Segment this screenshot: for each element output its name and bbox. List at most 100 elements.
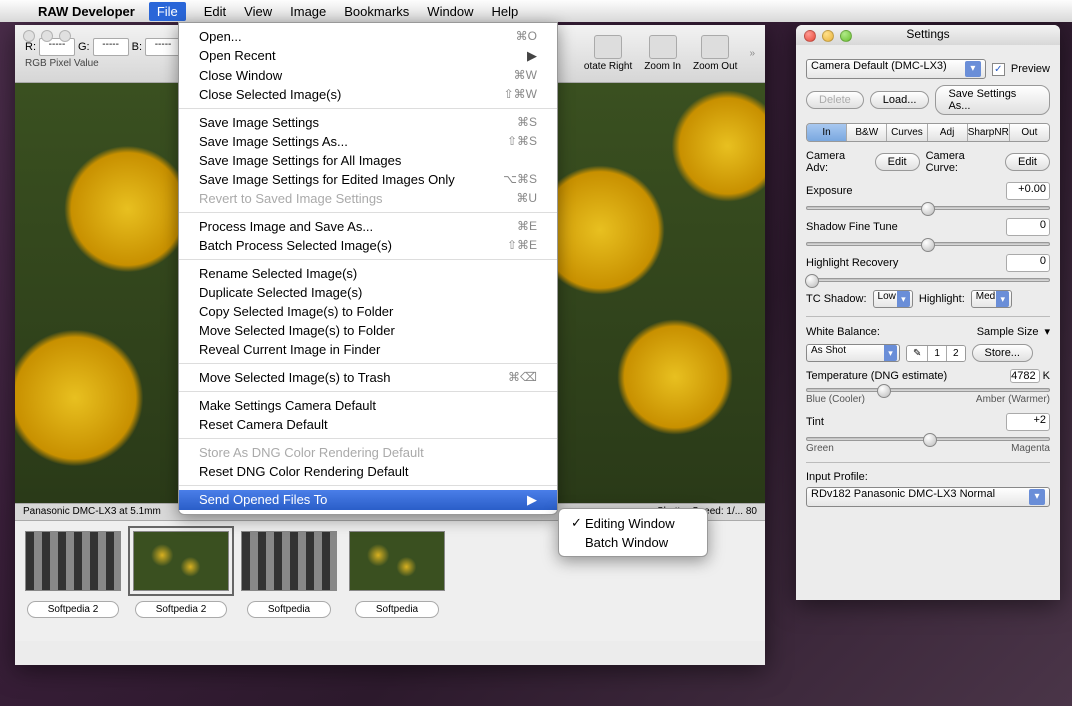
thumbnail-image[interactable] [133, 531, 229, 591]
submenu-item-batch-window[interactable]: Batch Window [559, 533, 707, 552]
menu-item-close-window[interactable]: Close Window⌘W [179, 66, 557, 85]
menu-item-save-image-settings-as[interactable]: Save Image Settings As...⇧⌘S [179, 132, 557, 151]
load-button[interactable]: Load... [870, 91, 930, 109]
menu-separator [179, 485, 557, 486]
tab-in[interactable]: In [807, 124, 847, 141]
tab-bw[interactable]: B&W [847, 124, 887, 141]
menu-item-open-recent[interactable]: Open Recent▶ [179, 46, 557, 66]
menu-item-close-selected-image-s[interactable]: Close Selected Image(s)⇧⌘W [179, 85, 557, 104]
tab-sharpnr[interactable]: SharpNR [968, 124, 1010, 141]
menu-item-move-selected-image-s-to-trash[interactable]: Move Selected Image(s) to Trash⌘⌫ [179, 368, 557, 387]
input-profile-select[interactable]: RDv182 Panasonic DMC-LX3 Normal [806, 487, 1050, 507]
menu-window[interactable]: Window [427, 4, 473, 19]
menu-item-send-opened-files-to[interactable]: Send Opened Files To▶ [179, 490, 557, 510]
tc-shadow-select[interactable]: Low [873, 290, 913, 308]
wb-picker-segment[interactable]: ✎ 1 2 [906, 345, 966, 362]
menu-bookmarks[interactable]: Bookmarks [344, 4, 409, 19]
menu-item-reset-dng-color-rendering-default[interactable]: Reset DNG Color Rendering Default [179, 462, 557, 481]
tint-slider-thumb[interactable] [923, 433, 937, 447]
sample-size-dropdown-icon[interactable]: ▾ [1044, 325, 1050, 338]
thumbnail-item[interactable]: Softpedia 2 [25, 531, 121, 631]
sample-size-label: Sample Size [977, 326, 1039, 338]
wb-seg-1[interactable]: 1 [928, 346, 947, 361]
menu-view[interactable]: View [244, 4, 272, 19]
settings-minimize-button[interactable] [822, 30, 834, 42]
menu-item-move-selected-image-s-to-folder[interactable]: Move Selected Image(s) to Folder [179, 321, 557, 340]
tint-value[interactable]: +2 [1006, 413, 1050, 431]
zoom-in-button[interactable]: Zoom In [644, 35, 681, 72]
save-settings-as-button[interactable]: Save Settings As... [935, 85, 1050, 115]
eyedropper-icon[interactable]: ✎ [907, 346, 928, 361]
shadow-fine-value[interactable]: 0 [1006, 218, 1050, 236]
menu-item-reveal-current-image-in-finder[interactable]: Reveal Current Image in Finder [179, 340, 557, 359]
zoom-out-button[interactable]: Zoom Out [693, 35, 737, 72]
tc-shadow-label: TC Shadow: [806, 293, 867, 305]
tint-control: Tint+2 GreenMagenta [806, 413, 1050, 454]
thumbnail-item[interactable]: Softpedia 2 [133, 531, 229, 631]
settings-title-label: Settings [906, 27, 949, 41]
store-wb-button[interactable]: Store... [972, 344, 1033, 362]
zoom-button[interactable] [59, 30, 71, 42]
white-balance-label: White Balance: [806, 326, 880, 338]
camera-adv-edit-button[interactable]: Edit [875, 153, 920, 171]
settings-zoom-button[interactable] [840, 30, 852, 42]
thumbnail-image[interactable] [25, 531, 121, 591]
menu-image[interactable]: Image [290, 4, 326, 19]
menu-help[interactable]: Help [492, 4, 519, 19]
white-balance-select[interactable]: As Shot [806, 344, 900, 362]
menu-item-save-image-settings[interactable]: Save Image Settings⌘S [179, 113, 557, 132]
menu-item-process-image-and-save-as[interactable]: Process Image and Save As...⌘E [179, 217, 557, 236]
exposure-value[interactable]: +0.00 [1006, 182, 1050, 200]
thumbnail-image[interactable] [241, 531, 337, 591]
preview-checkbox[interactable]: ✓ [992, 63, 1005, 76]
thumbnail-item[interactable]: Softpedia [349, 531, 445, 631]
check-icon: ✓ [571, 515, 585, 531]
shadow-fine-slider[interactable] [806, 242, 1050, 246]
menu-item-save-image-settings-for-edited-images-only[interactable]: Save Image Settings for Edited Images On… [179, 170, 557, 189]
submenu-item-editing-window[interactable]: ✓Editing Window [559, 513, 707, 533]
settings-close-button[interactable] [804, 30, 816, 42]
thumbnail-image[interactable] [349, 531, 445, 591]
menu-item-save-image-settings-for-all-images[interactable]: Save Image Settings for All Images [179, 151, 557, 170]
exposure-slider[interactable] [806, 206, 1050, 210]
menu-separator [179, 212, 557, 213]
menu-item-copy-selected-image-s-to-folder[interactable]: Copy Selected Image(s) to Folder [179, 302, 557, 321]
highlight-recovery-slider-thumb[interactable] [805, 274, 819, 288]
toolbar-overflow-icon[interactable]: » [749, 48, 755, 59]
temperature-slider-thumb[interactable] [877, 384, 891, 398]
close-button[interactable] [23, 30, 35, 42]
menu-item-rename-selected-image-s[interactable]: Rename Selected Image(s) [179, 264, 557, 283]
shadow-fine-slider-thumb[interactable] [921, 238, 935, 252]
delete-button[interactable]: Delete [806, 91, 864, 109]
tab-curves[interactable]: Curves [887, 124, 927, 141]
menu-item-make-settings-camera-default[interactable]: Make Settings Camera Default [179, 396, 557, 415]
camera-curve-edit-button[interactable]: Edit [1005, 153, 1050, 171]
menu-item-duplicate-selected-image-s[interactable]: Duplicate Selected Image(s) [179, 283, 557, 302]
tint-slider[interactable] [806, 437, 1050, 441]
app-name[interactable]: RAW Developer [38, 4, 135, 19]
window-traffic-lights [15, 25, 79, 47]
settings-tabs: InB&WCurvesAdjSharpNROut [806, 123, 1050, 142]
menu-item-batch-process-selected-image-s[interactable]: Batch Process Selected Image(s)⇧⌘E [179, 236, 557, 255]
menu-edit[interactable]: Edit [204, 4, 226, 19]
minimize-button[interactable] [41, 30, 53, 42]
temperature-value[interactable]: 4782 [1010, 369, 1039, 383]
exposure-slider-thumb[interactable] [921, 202, 935, 216]
preset-select[interactable]: Camera Default (DMC-LX3) [806, 59, 986, 79]
highlight-recovery-slider[interactable] [806, 278, 1050, 282]
tab-out[interactable]: Out [1010, 124, 1049, 141]
menu-item-open[interactable]: Open...⌘O [179, 27, 557, 46]
tab-adj[interactable]: Adj [928, 124, 968, 141]
system-menubar: RAW Developer File Edit View Image Bookm… [0, 0, 1072, 22]
menu-file[interactable]: File [149, 2, 186, 21]
temperature-slider[interactable] [806, 388, 1050, 392]
highlight-recovery-label: Highlight Recovery [806, 257, 898, 269]
thumbnail-item[interactable]: Softpedia [241, 531, 337, 631]
menu-item-reset-camera-default[interactable]: Reset Camera Default [179, 415, 557, 434]
temperature-right-label: Amber (Warmer) [976, 394, 1050, 405]
highlight-recovery-value[interactable]: 0 [1006, 254, 1050, 272]
tc-highlight-select[interactable]: Med [971, 290, 1012, 308]
rotate-right-button[interactable]: otate Right [584, 35, 632, 72]
file-menu-dropdown: Open...⌘OOpen Recent▶Close Window⌘WClose… [178, 22, 558, 515]
wb-seg-2[interactable]: 2 [947, 346, 965, 361]
